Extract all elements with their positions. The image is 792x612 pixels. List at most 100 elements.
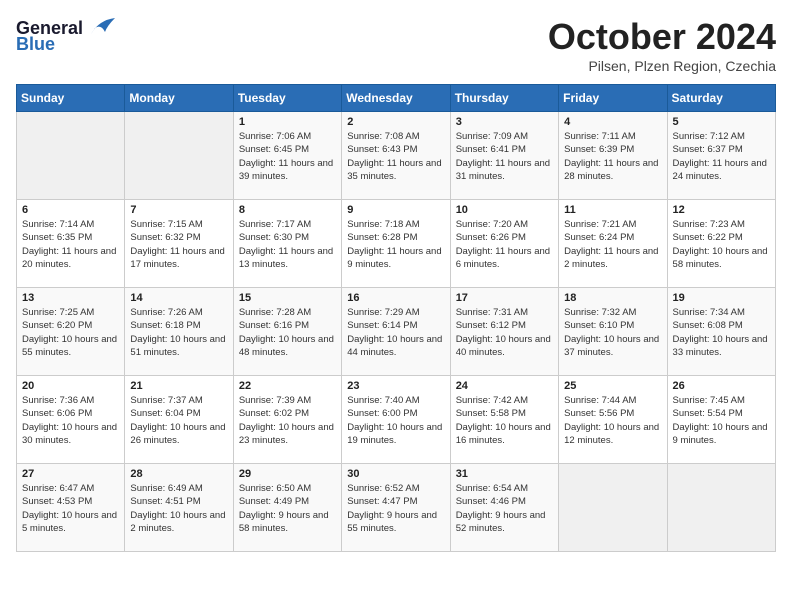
calendar-cell: 28 Sunrise: 6:49 AMSunset: 4:51 PMDayligh… xyxy=(125,464,233,552)
day-number: 6 xyxy=(22,204,119,216)
day-info: Sunrise: 7:21 AMSunset: 6:24 PMDaylight:… xyxy=(564,218,661,271)
calendar-table: SundayMondayTuesdayWednesdayThursdayFrid… xyxy=(16,84,776,552)
calendar-cell: 23Sunrise: 7:40 AMSunset: 6:00 PMDayligh… xyxy=(342,376,450,464)
calendar-cell xyxy=(667,464,775,552)
day-info: Sunrise: 7:20 AMSunset: 6:26 PMDaylight:… xyxy=(456,218,553,271)
weekday-header: Saturday xyxy=(667,85,775,112)
day-number: 8 xyxy=(239,204,336,216)
day-number: 11 xyxy=(564,204,661,216)
calendar-cell: 31Sunrise: 6:54 AMSunset: 4:46 PMDayligh… xyxy=(450,464,558,552)
day-info: Sunrise: 6:52 AMSunset: 4:47 PMDaylight:… xyxy=(347,482,444,535)
day-number: 9 xyxy=(347,204,444,216)
calendar-cell: 16 Sunrise: 7:29 AMSunset: 6:14 PMDayligh… xyxy=(342,288,450,376)
day-number: 5 xyxy=(673,116,770,128)
calendar-cell xyxy=(17,112,125,200)
day-info: Sunrise: 7:44 AMSunset: 5:56 PMDaylight:… xyxy=(564,394,661,447)
location-subtitle: Pilsen, Plzen Region, Czechia xyxy=(548,58,776,74)
day-info: Sunrise: 7:31 AMSunset: 6:12 PMDaylight:… xyxy=(456,306,553,359)
calendar-cell: 17 Sunrise: 7:31 AMSunset: 6:12 PMDayligh… xyxy=(450,288,558,376)
calendar-cell: 27 Sunrise: 6:47 AMSunset: 4:53 PMDayligh… xyxy=(17,464,125,552)
day-info: Sunrise: 7:14 AMSunset: 6:35 PMDaylight:… xyxy=(22,218,119,271)
calendar-cell: 3Sunrise: 7:09 AMSunset: 6:41 PMDaylight… xyxy=(450,112,558,200)
day-info: Sunrise: 7:12 AMSunset: 6:37 PMDaylight:… xyxy=(673,130,770,183)
day-number: 14 xyxy=(130,292,227,304)
logo-blue-text: Blue xyxy=(16,34,55,55)
day-number: 13 xyxy=(22,292,119,304)
calendar-cell: 24 Sunrise: 7:42 AMSunset: 5:58 PMDayligh… xyxy=(450,376,558,464)
page-header: General Blue October 2024 Pilsen, Plzen … xyxy=(16,16,776,74)
day-info: Sunrise: 6:49 AMSunset: 4:51 PMDaylight:… xyxy=(130,482,227,535)
calendar-cell: 4Sunrise: 7:11 AMSunset: 6:39 PMDaylight… xyxy=(559,112,667,200)
calendar-cell: 20 Sunrise: 7:36 AMSunset: 6:06 PMDayligh… xyxy=(17,376,125,464)
day-info: Sunrise: 7:08 AMSunset: 6:43 PMDaylight:… xyxy=(347,130,444,183)
calendar-cell: 25Sunrise: 7:44 AMSunset: 5:56 PMDayligh… xyxy=(559,376,667,464)
calendar-cell: 30 Sunrise: 6:52 AMSunset: 4:47 PMDayligh… xyxy=(342,464,450,552)
calendar-cell: 1 Sunrise: 7:06 AMSunset: 6:45 PMDaylight… xyxy=(233,112,341,200)
day-info: Sunrise: 7:18 AMSunset: 6:28 PMDaylight:… xyxy=(347,218,444,271)
calendar-cell: 22Sunrise: 7:39 AMSunset: 6:02 PMDayligh… xyxy=(233,376,341,464)
logo-bird-icon xyxy=(87,16,119,40)
calendar-week-row: 13 Sunrise: 7:25 AMSunset: 6:20 PMDayligh… xyxy=(17,288,776,376)
day-info: Sunrise: 7:29 AMSunset: 6:14 PMDaylight:… xyxy=(347,306,444,359)
calendar-cell: 7 Sunrise: 7:15 AMSunset: 6:32 PMDaylight… xyxy=(125,200,233,288)
calendar-cell: 13 Sunrise: 7:25 AMSunset: 6:20 PMDayligh… xyxy=(17,288,125,376)
weekday-header: Tuesday xyxy=(233,85,341,112)
calendar-cell: 8 Sunrise: 7:17 AMSunset: 6:30 PMDaylight… xyxy=(233,200,341,288)
day-info: Sunrise: 6:54 AMSunset: 4:46 PMDaylight:… xyxy=(456,482,553,535)
title-block: October 2024 Pilsen, Plzen Region, Czech… xyxy=(548,16,776,74)
calendar-cell: 2 Sunrise: 7:08 AMSunset: 6:43 PMDaylight… xyxy=(342,112,450,200)
day-info: Sunrise: 7:37 AMSunset: 6:04 PMDaylight:… xyxy=(130,394,227,447)
day-info: Sunrise: 7:23 AMSunset: 6:22 PMDaylight:… xyxy=(673,218,770,271)
day-number: 1 xyxy=(239,116,336,128)
day-info: Sunrise: 7:42 AMSunset: 5:58 PMDaylight:… xyxy=(456,394,553,447)
calendar-cell: 12 Sunrise: 7:23 AMSunset: 6:22 PMDayligh… xyxy=(667,200,775,288)
calendar-cell xyxy=(125,112,233,200)
day-number: 28 xyxy=(130,468,227,480)
calendar-cell: 15 Sunrise: 7:28 AMSunset: 6:16 PMDayligh… xyxy=(233,288,341,376)
day-info: Sunrise: 6:47 AMSunset: 4:53 PMDaylight:… xyxy=(22,482,119,535)
day-info: Sunrise: 7:36 AMSunset: 6:06 PMDaylight:… xyxy=(22,394,119,447)
calendar-cell: 19 Sunrise: 7:34 AMSunset: 6:08 PMDayligh… xyxy=(667,288,775,376)
calendar-cell: 5 Sunrise: 7:12 AMSunset: 6:37 PMDaylight… xyxy=(667,112,775,200)
calendar-cell: 11 Sunrise: 7:21 AMSunset: 6:24 PMDayligh… xyxy=(559,200,667,288)
calendar-cell: 14 Sunrise: 7:26 AMSunset: 6:18 PMDayligh… xyxy=(125,288,233,376)
day-info: Sunrise: 7:45 AMSunset: 5:54 PMDaylight:… xyxy=(673,394,770,447)
day-info: Sunrise: 7:06 AMSunset: 6:45 PMDaylight:… xyxy=(239,130,336,183)
day-number: 10 xyxy=(456,204,553,216)
day-number: 12 xyxy=(673,204,770,216)
weekday-header: Monday xyxy=(125,85,233,112)
day-info: Sunrise: 7:28 AMSunset: 6:16 PMDaylight:… xyxy=(239,306,336,359)
day-info: Sunrise: 7:15 AMSunset: 6:32 PMDaylight:… xyxy=(130,218,227,271)
day-number: 27 xyxy=(22,468,119,480)
day-number: 15 xyxy=(239,292,336,304)
day-info: Sunrise: 7:34 AMSunset: 6:08 PMDaylight:… xyxy=(673,306,770,359)
day-info: Sunrise: 7:26 AMSunset: 6:18 PMDaylight:… xyxy=(130,306,227,359)
calendar-week-row: 1 Sunrise: 7:06 AMSunset: 6:45 PMDaylight… xyxy=(17,112,776,200)
calendar-week-row: 6 Sunrise: 7:14 AMSunset: 6:35 PMDaylight… xyxy=(17,200,776,288)
day-number: 21 xyxy=(130,380,227,392)
day-number: 17 xyxy=(456,292,553,304)
day-number: 30 xyxy=(347,468,444,480)
month-title: October 2024 xyxy=(548,16,776,58)
logo: General Blue xyxy=(16,16,119,55)
day-info: Sunrise: 7:25 AMSunset: 6:20 PMDaylight:… xyxy=(22,306,119,359)
day-number: 7 xyxy=(130,204,227,216)
day-number: 16 xyxy=(347,292,444,304)
day-info: Sunrise: 7:11 AMSunset: 6:39 PMDaylight:… xyxy=(564,130,661,183)
day-number: 2 xyxy=(347,116,444,128)
calendar-cell xyxy=(559,464,667,552)
calendar-week-row: 27 Sunrise: 6:47 AMSunset: 4:53 PMDayligh… xyxy=(17,464,776,552)
day-number: 24 xyxy=(456,380,553,392)
calendar-header-row: SundayMondayTuesdayWednesdayThursdayFrid… xyxy=(17,85,776,112)
day-info: Sunrise: 6:50 AMSunset: 4:49 PMDaylight:… xyxy=(239,482,336,535)
day-number: 19 xyxy=(673,292,770,304)
day-info: Sunrise: 7:40 AMSunset: 6:00 PMDaylight:… xyxy=(347,394,444,447)
day-info: Sunrise: 7:39 AMSunset: 6:02 PMDaylight:… xyxy=(239,394,336,447)
weekday-header: Sunday xyxy=(17,85,125,112)
weekday-header: Thursday xyxy=(450,85,558,112)
day-number: 3 xyxy=(456,116,553,128)
day-info: Sunrise: 7:32 AMSunset: 6:10 PMDaylight:… xyxy=(564,306,661,359)
calendar-cell: 29Sunrise: 6:50 AMSunset: 4:49 PMDayligh… xyxy=(233,464,341,552)
day-info: Sunrise: 7:17 AMSunset: 6:30 PMDaylight:… xyxy=(239,218,336,271)
day-number: 20 xyxy=(22,380,119,392)
